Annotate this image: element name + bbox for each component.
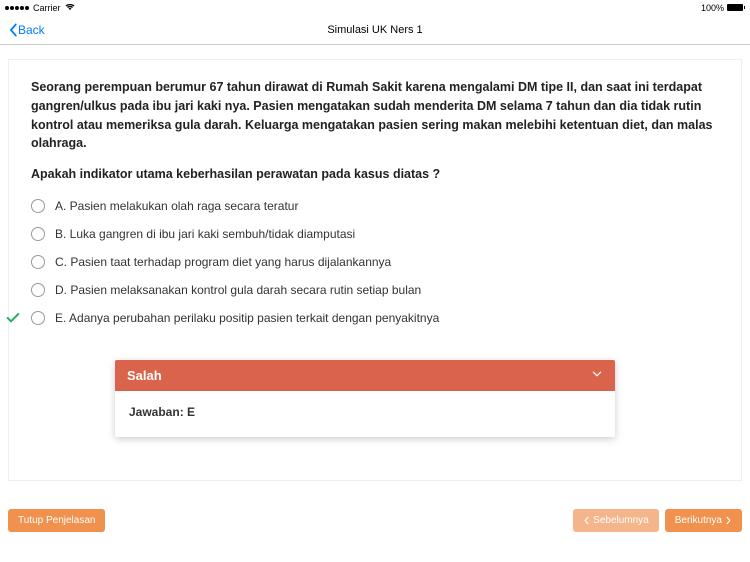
prev-button[interactable]: Sebelumnya <box>573 509 659 532</box>
page-title: Simulasi UK Ners 1 <box>0 24 750 36</box>
option-label: C. Pasien taat terhadap program diet yan… <box>55 255 391 269</box>
option-label: D. Pasien melaksanakan kontrol gula dara… <box>55 283 421 297</box>
radio-icon <box>31 227 45 241</box>
nav-bar: Back Simulasi UK Ners 1 <box>0 15 750 45</box>
question-prompt: Apakah indikator utama keberhasilan pera… <box>31 167 719 181</box>
status-left: Carrier <box>5 3 75 13</box>
options-list: A. Pasien melakukan olah raga secara ter… <box>31 199 719 325</box>
back-button[interactable]: Back <box>8 23 45 37</box>
chevron-left-icon <box>583 516 590 525</box>
status-right: 100% <box>701 3 745 13</box>
back-label: Back <box>18 23 45 37</box>
option-label: B. Luka gangren di ibu jari kaki sembuh/… <box>55 227 355 241</box>
next-button[interactable]: Berikutnya <box>665 509 742 532</box>
question-card: Seorang perempuan berumur 67 tahun diraw… <box>8 59 742 481</box>
option-a[interactable]: A. Pasien melakukan olah raga secara ter… <box>31 199 719 213</box>
radio-icon <box>31 311 45 325</box>
chevron-right-icon <box>725 516 732 525</box>
answer-status: Salah <box>127 368 162 383</box>
option-c[interactable]: C. Pasien taat terhadap program diet yan… <box>31 255 719 269</box>
button-label: Sebelumnya <box>593 515 649 526</box>
battery-icon <box>727 4 745 11</box>
option-label: A. Pasien melakukan olah raga secara ter… <box>55 199 298 213</box>
radio-icon <box>31 283 45 297</box>
option-d[interactable]: D. Pasien melaksanakan kontrol gula dara… <box>31 283 719 297</box>
radio-icon <box>31 255 45 269</box>
radio-icon <box>31 199 45 213</box>
carrier-label: Carrier <box>33 3 61 13</box>
chevron-down-icon <box>591 368 603 383</box>
signal-icon <box>5 6 29 10</box>
answer-header[interactable]: Salah <box>115 360 615 391</box>
option-b[interactable]: B. Luka gangren di ibu jari kaki sembuh/… <box>31 227 719 241</box>
option-label: E. Adanya perubahan perilaku positip pas… <box>55 311 439 325</box>
footer-bar: Tutup Penjelasan Sebelumnya Berikutnya <box>0 509 750 532</box>
button-label: Tutup Penjelasan <box>18 515 95 526</box>
footer-right: Sebelumnya Berikutnya <box>573 509 742 532</box>
status-bar: Carrier 100% <box>0 0 750 15</box>
button-label: Berikutnya <box>675 515 722 526</box>
battery-pct: 100% <box>701 3 724 13</box>
close-explanation-button[interactable]: Tutup Penjelasan <box>8 509 105 532</box>
check-icon <box>5 310 21 329</box>
answer-popup: Salah Jawaban: E <box>115 360 615 437</box>
content: Seorang perempuan berumur 67 tahun diraw… <box>0 45 750 481</box>
question-text: Seorang perempuan berumur 67 tahun diraw… <box>31 78 719 153</box>
wifi-icon <box>65 3 75 13</box>
answer-body: Jawaban: E <box>115 391 615 437</box>
option-e[interactable]: E. Adanya perubahan perilaku positip pas… <box>31 311 719 325</box>
